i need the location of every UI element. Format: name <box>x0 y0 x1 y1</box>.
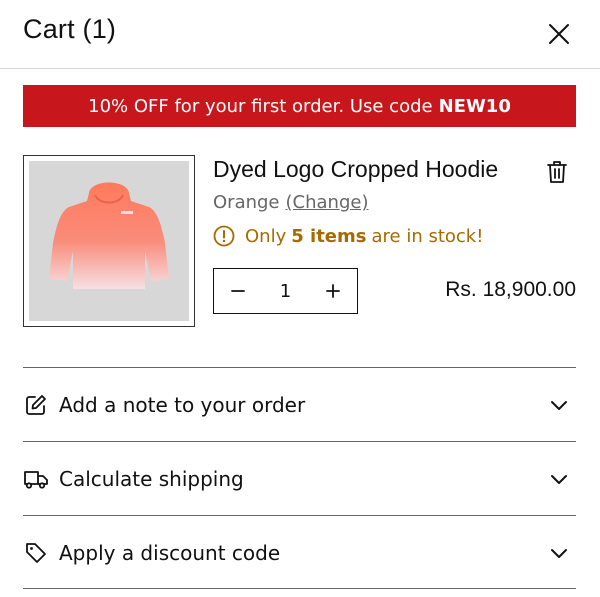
product-thumbnail[interactable] <box>23 155 195 327</box>
promo-code: NEW10 <box>438 95 511 117</box>
variant-label: Orange <box>213 192 280 213</box>
calculate-shipping-toggle[interactable]: Calculate shipping <box>23 441 576 515</box>
product-variant: Orange (Change) <box>213 192 368 213</box>
chevron-down-icon <box>548 542 570 564</box>
quantity-input[interactable] <box>265 280 306 302</box>
calculate-shipping-label: Calculate shipping <box>59 466 244 491</box>
trash-icon <box>547 161 567 183</box>
warning-icon <box>213 225 235 247</box>
minus-icon <box>231 290 245 292</box>
stock-warning: Only 5 items are in stock! <box>213 225 483 247</box>
divider <box>23 588 576 589</box>
stock-prefix: Only <box>245 225 287 247</box>
add-note-label: Add a note to your order <box>59 392 306 417</box>
plus-icon <box>326 284 340 298</box>
tag-icon <box>23 540 49 566</box>
product-image <box>29 161 189 321</box>
change-variant-link[interactable]: (Change) <box>286 192 369 213</box>
truck-icon <box>23 466 49 492</box>
stock-suffix: are in stock! <box>371 225 484 247</box>
add-note-toggle[interactable]: Add a note to your order <box>23 367 576 441</box>
cart-header: Cart (1) <box>0 0 600 69</box>
chevron-down-icon <box>548 394 570 416</box>
close-icon <box>549 24 569 44</box>
item-price: Rs. 18,900.00 <box>445 278 576 301</box>
remove-item-button[interactable] <box>546 160 570 186</box>
hoodie-image <box>49 182 169 289</box>
cart-title: Cart (1) <box>23 14 117 44</box>
stock-count: 5 items <box>291 225 367 247</box>
product-title[interactable]: Dyed Logo Cropped Hoodie <box>213 156 498 183</box>
quantity-stepper <box>213 268 358 314</box>
close-button[interactable] <box>540 15 578 53</box>
edit-icon <box>23 392 49 418</box>
chevron-down-icon <box>548 468 570 490</box>
discount-code-label: Apply a discount code <box>59 540 281 565</box>
promo-text: 10% OFF for your first order. Use code <box>88 95 433 117</box>
increase-quantity-button[interactable] <box>321 279 345 303</box>
promo-banner: 10% OFF for your first order. Use code N… <box>23 85 576 127</box>
discount-code-toggle[interactable]: Apply a discount code <box>23 515 576 589</box>
decrease-quantity-button[interactable] <box>226 279 250 303</box>
